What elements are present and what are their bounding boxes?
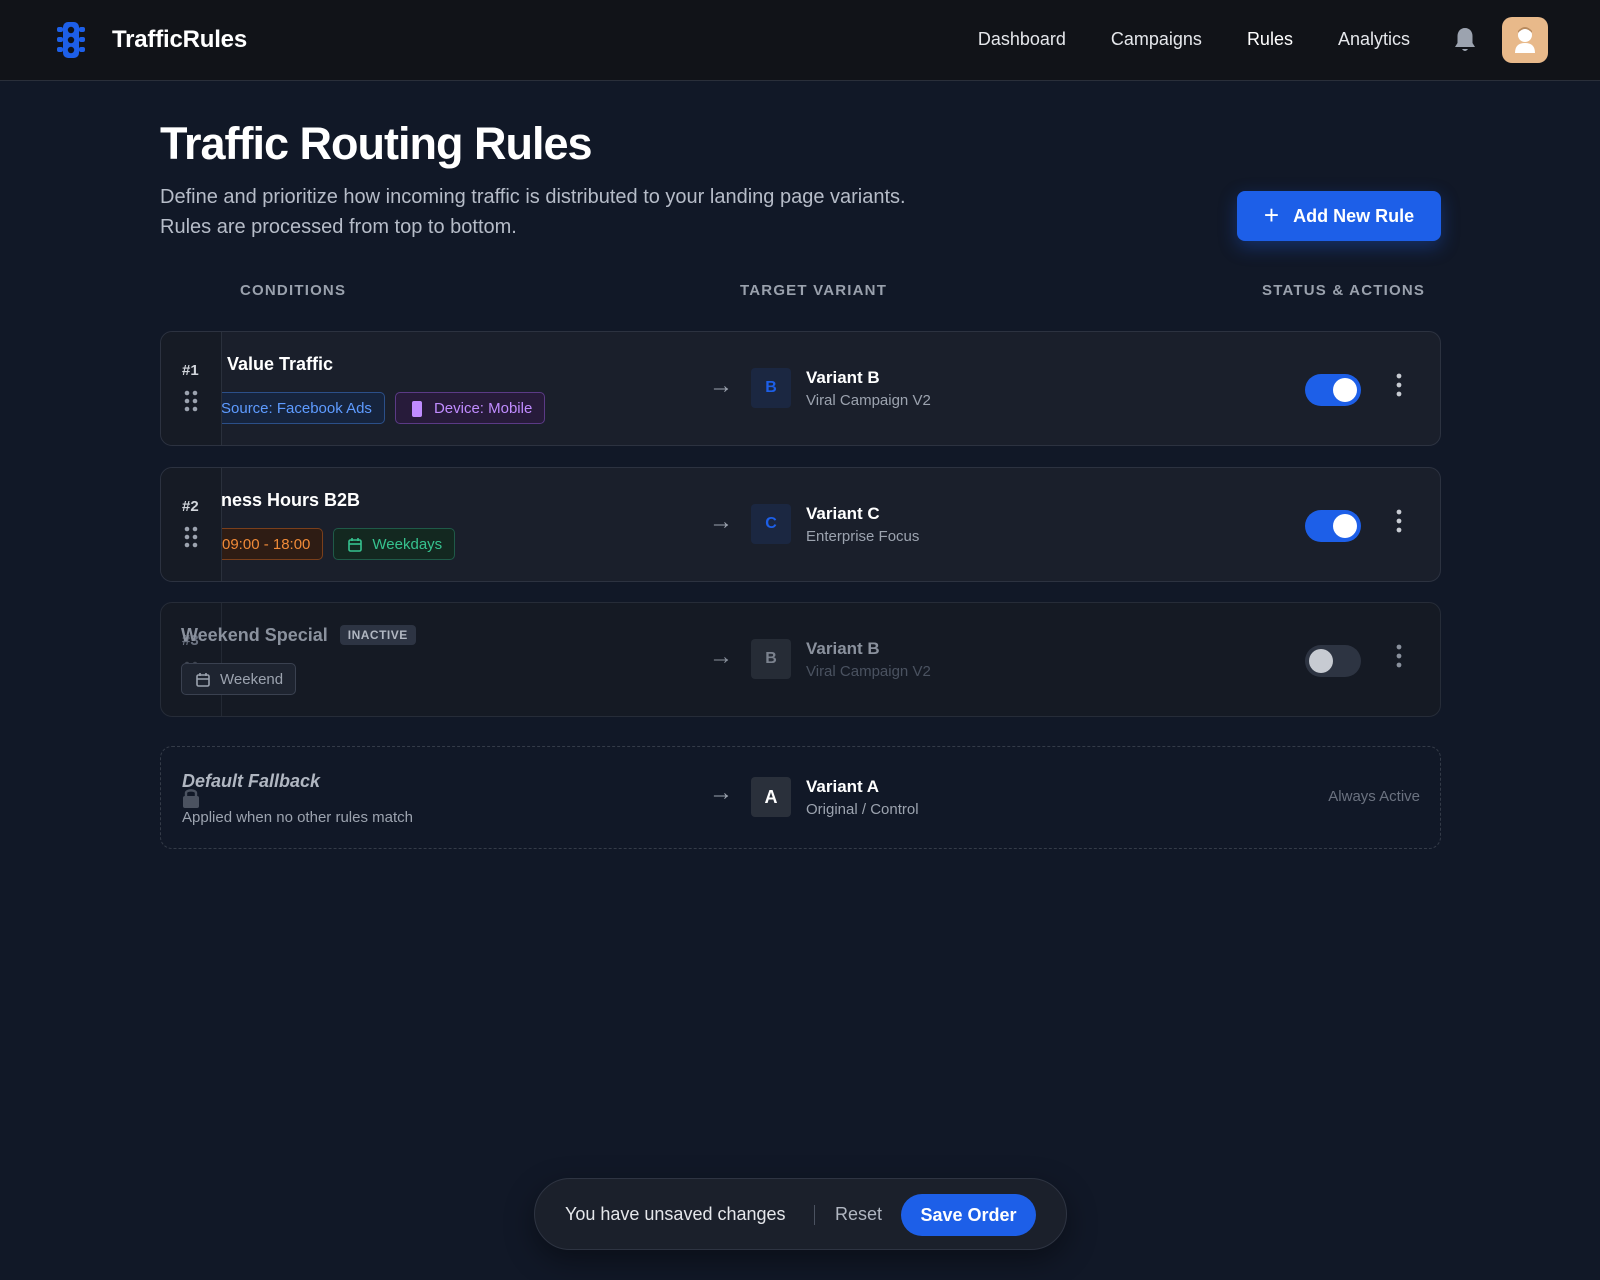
condition-chip: Device: Mobile [394, 392, 546, 424]
rule-conditions-area: ness Hours B2B 09:00 - 18:00 Weekdays [161, 468, 702, 581]
add-new-rule-label: Add New Rule [1293, 205, 1415, 226]
rule-active-toggle[interactable] [1305, 645, 1361, 677]
page-description: Define and prioritize how incoming traff… [160, 182, 1020, 242]
column-header-status-actions: STATUS & ACTIONS [1262, 282, 1426, 299]
variant-badge: B [751, 368, 791, 408]
arrow-right-icon: → [709, 779, 733, 806]
notification-bell-icon[interactable] [1453, 26, 1477, 54]
page-title: Traffic Routing Rules [160, 118, 593, 169]
nav-analytics[interactable]: Analytics [1338, 29, 1410, 50]
divider [814, 1205, 815, 1225]
condition-chip-label: Source: Facebook Ads [221, 399, 372, 417]
variant-badge: C [751, 504, 791, 544]
page-description-line-2: Rules are processed from top to bottom. [160, 216, 517, 238]
user-avatar-icon [1515, 27, 1535, 53]
drag-handle-icon [184, 390, 198, 412]
toggle-knob [1309, 649, 1333, 673]
fallback-title: Default Fallback [182, 771, 321, 791]
variant-description: Viral Campaign V2 [806, 663, 931, 680]
nav-dashboard[interactable]: Dashboard [978, 29, 1066, 50]
arrow-right-icon: → [709, 643, 733, 670]
unsaved-changes-message: You have unsaved changes [565, 1204, 786, 1224]
rule-name: ness Hours B2B [221, 490, 361, 510]
nav-campaigns[interactable]: Campaigns [1111, 29, 1202, 50]
rule-card[interactable]: #3 Weekend Special INACTIVE Weekend → B V… [160, 602, 1441, 717]
condition-chips: Weekend [181, 663, 297, 695]
brand[interactable]: TrafficRules [54, 20, 247, 60]
drag-handle[interactable]: #1 [161, 332, 222, 445]
rule-active-toggle[interactable] [1305, 374, 1361, 406]
calendar-icon [196, 673, 210, 687]
drag-handle[interactable]: #2 [161, 468, 222, 581]
variant-badge: B [751, 639, 791, 679]
rule-card[interactable]: ness Hours B2B 09:00 - 18:00 Weekdays #2… [160, 467, 1441, 582]
drag-handle-icon [184, 526, 198, 548]
variant-name: Variant C [806, 504, 880, 523]
toggle-knob [1333, 514, 1357, 538]
column-header-conditions: CONDITIONS [240, 282, 347, 299]
page-description-line-1: Define and prioritize how incoming traff… [160, 186, 906, 208]
condition-chip: Source: Facebook Ads [221, 392, 385, 424]
top-navigation-bar: TrafficRules Dashboard Campaigns Rules A… [0, 0, 1600, 81]
rule-card[interactable]: Value Traffic Source: Facebook Ads Devic… [160, 331, 1441, 446]
arrow-right-icon: → [709, 372, 733, 399]
default-fallback-rule: Default Fallback Applied when no other r… [160, 746, 1441, 849]
user-avatar[interactable] [1502, 17, 1548, 63]
rule-active-toggle[interactable] [1305, 510, 1361, 542]
plus-icon: + [1263, 199, 1280, 230]
variant-description: Original / Control [806, 801, 919, 818]
mobile-icon [411, 401, 422, 417]
more-options-icon[interactable] [1393, 643, 1405, 669]
variant-description: Enterprise Focus [806, 528, 920, 545]
always-active-label: Always Active [1328, 788, 1420, 805]
nav-rules[interactable]: Rules [1247, 29, 1293, 50]
drag-handle[interactable]: #3 [161, 603, 222, 716]
variant-description: Viral Campaign V2 [806, 392, 931, 409]
rule-name: Value Traffic [227, 354, 334, 374]
condition-chip: Weekend [181, 663, 297, 695]
main-nav: Dashboard Campaigns Rules Analytics [978, 29, 1410, 50]
variant-name: Variant A [806, 777, 880, 796]
toggle-knob [1333, 378, 1357, 402]
calendar-icon [348, 538, 363, 552]
condition-chip-label: 09:00 - 18:00 [222, 535, 311, 553]
rule-rank: #2 [182, 498, 199, 515]
rule-conditions-area: Value Traffic Source: Facebook Ads Devic… [161, 332, 702, 445]
more-options-icon[interactable] [1393, 508, 1405, 534]
fallback-subtitle: Applied when no other rules match [182, 809, 413, 826]
condition-chips: Source: Facebook Ads Device: Mobile [221, 392, 546, 424]
arrow-right-icon: → [709, 508, 733, 535]
rule-name: Weekend Special INACTIVE [181, 625, 416, 646]
more-options-icon[interactable] [1393, 372, 1405, 398]
variant-name: Variant B [806, 368, 880, 387]
unsaved-changes-bar: You have unsaved changes Reset Save Orde… [534, 1178, 1067, 1250]
brand-name: TrafficRules [112, 26, 247, 53]
rule-name-text: Weekend Special [181, 625, 328, 645]
add-new-rule-button[interactable]: + Add New Rule [1237, 191, 1441, 241]
condition-chip: Weekdays [333, 528, 456, 560]
condition-chips: 09:00 - 18:00 Weekdays [211, 528, 456, 560]
condition-chip-label: Device: Mobile [433, 399, 533, 417]
inactive-status-badge: INACTIVE [339, 625, 416, 645]
condition-chip-label: Weekdays [372, 535, 443, 553]
rule-rank: #1 [182, 362, 199, 379]
save-order-button[interactable]: Save Order [901, 1194, 1036, 1236]
variant-badge: A [751, 777, 791, 817]
reset-button[interactable]: Reset [835, 1204, 882, 1225]
variant-name: Variant B [806, 639, 880, 658]
condition-chip: 09:00 - 18:00 [211, 528, 324, 560]
traffic-light-icon [57, 22, 85, 58]
column-header-target-variant: TARGET VARIANT [740, 282, 888, 299]
condition-chip-label: Weekend [220, 670, 284, 688]
